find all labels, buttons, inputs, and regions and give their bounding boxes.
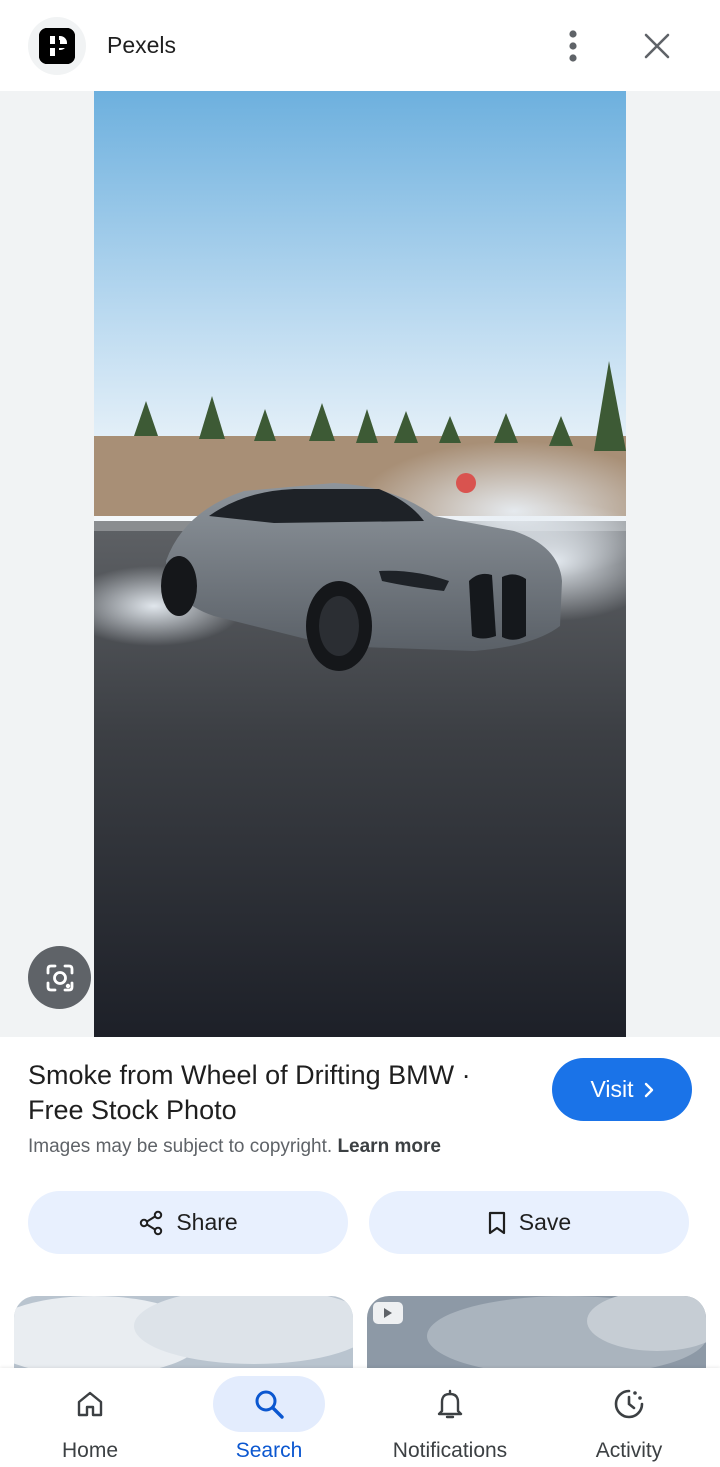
visit-label: Visit	[590, 1076, 634, 1102]
video-badge	[373, 1302, 403, 1324]
activity-icon	[573, 1376, 685, 1432]
play-icon	[384, 1308, 392, 1318]
bottom-navigation: Home Search Notifications Activity	[0, 1368, 720, 1467]
close-button[interactable]	[632, 22, 682, 70]
google-lens-icon	[46, 964, 73, 991]
site-logo[interactable]	[28, 17, 86, 75]
close-icon	[644, 33, 670, 59]
image-viewer	[0, 91, 720, 1037]
visit-button[interactable]: Visit	[552, 1058, 692, 1121]
nav-notifications-label: Notifications	[392, 1439, 508, 1462]
more-options-button[interactable]	[548, 22, 598, 70]
nav-home[interactable]: Home	[0, 1368, 180, 1467]
site-name: Pexels	[107, 32, 177, 58]
nav-search-label: Search	[235, 1439, 303, 1462]
more-vert-icon	[569, 30, 577, 62]
bookmark-icon	[488, 1211, 505, 1234]
copyright-notice: Images may be subject to copyright. Lear…	[28, 1136, 441, 1158]
home-icon	[34, 1376, 146, 1432]
copyright-text: Images may be subject to copyright.	[28, 1136, 333, 1157]
image-title[interactable]: Smoke from Wheel of Drifting BMW · Free …	[28, 1058, 518, 1128]
save-label: Save	[518, 1209, 572, 1235]
main-photo[interactable]	[94, 91, 626, 1037]
pexels-logo-icon	[39, 28, 75, 64]
learn-more-link[interactable]: Learn more	[337, 1136, 440, 1157]
share-icon	[140, 1210, 163, 1235]
related-video[interactable]	[367, 1296, 706, 1376]
share-button[interactable]: Share	[28, 1191, 348, 1254]
lens-search-button[interactable]	[28, 946, 91, 1009]
nav-activity-label: Activity	[595, 1439, 663, 1462]
bell-icon	[394, 1376, 506, 1432]
header: Pexels	[0, 0, 720, 91]
related-image[interactable]	[14, 1296, 353, 1376]
nav-notifications[interactable]: Notifications	[360, 1368, 540, 1467]
save-button[interactable]: Save	[369, 1191, 689, 1254]
nav-home-label: Home	[61, 1439, 119, 1462]
search-icon	[213, 1376, 325, 1432]
share-label: Share	[176, 1209, 238, 1235]
nav-activity[interactable]: Activity	[539, 1368, 719, 1467]
chevron-right-icon	[644, 1082, 653, 1097]
nav-search[interactable]: Search	[179, 1368, 359, 1467]
